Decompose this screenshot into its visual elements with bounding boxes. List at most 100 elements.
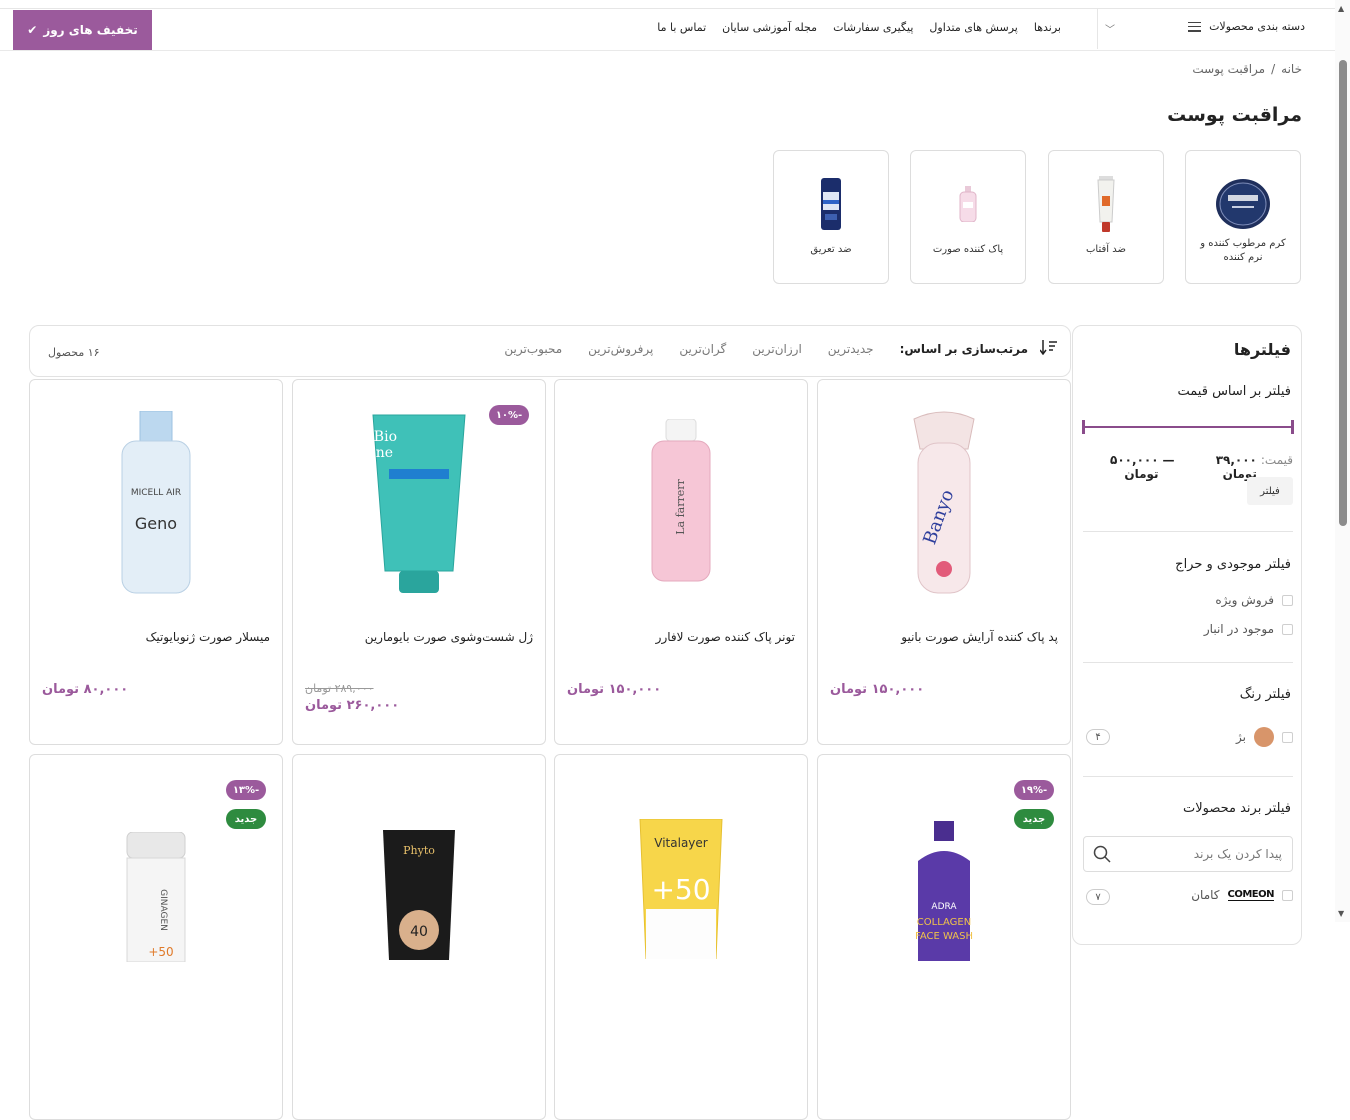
sort-newest[interactable]: جدیدترین: [828, 342, 874, 356]
scroll-up-arrow-icon[interactable]: ▲: [1338, 4, 1344, 13]
product-price: ۱۵۰,۰۰۰ تومان: [567, 682, 662, 697]
product-price: ۸۰,۰۰۰ تومان: [42, 682, 129, 697]
nav-order-tracking[interactable]: پیگیری سفارشات: [833, 21, 913, 34]
product-image: GINAGEN 50+: [30, 797, 282, 997]
chevron-down-icon[interactable]: ﹀: [1105, 21, 1115, 36]
divider: [1083, 776, 1293, 777]
product-image: MICELL AIR Geno: [30, 404, 282, 604]
product-image: La farrerr: [555, 404, 807, 604]
nav-brands[interactable]: برندها: [1034, 21, 1061, 34]
sort-options: مرتب‌سازی بر اساس: جدیدترین ارزان‌ترین گ…: [504, 342, 1028, 356]
checkbox[interactable]: [1282, 594, 1293, 606]
product-card[interactable]: Vitalayer 50+: [554, 754, 808, 1120]
subcategory-cleanser[interactable]: پاک کننده صورت: [910, 150, 1026, 284]
subcategory-label: ضد آفتاب: [1086, 244, 1126, 255]
breadcrumb-home[interactable]: خانه: [1281, 62, 1302, 76]
daily-deals-button[interactable]: تخفیف های روز ✔: [13, 10, 152, 50]
main-nav: برندها پرسش های متداول پیگیری سفارشات مج…: [657, 21, 1061, 34]
product-name[interactable]: پد پاک کننده آرایش صورت بانیو: [901, 630, 1058, 644]
checkbox[interactable]: [1282, 889, 1293, 901]
product-price: ۲۶۰,۰۰۰ تومان: [305, 698, 400, 713]
brand-logo-comeon: COMEON: [1227, 889, 1274, 901]
filter-on-sale-label: فروش ویژه: [1215, 593, 1274, 607]
breadcrumb-separator: /: [1271, 62, 1276, 76]
divider: [1083, 531, 1293, 532]
sort-bestselling[interactable]: پرفروش‌ترین: [588, 342, 653, 356]
sort-icon: [1040, 340, 1057, 355]
scrollbar-thumb[interactable]: [1339, 60, 1347, 526]
breadcrumb: خانه / مراقبت پوست: [1192, 62, 1302, 76]
product-card[interactable]: -۱۳% جدید GINAGEN 50+: [29, 754, 283, 1120]
svg-text:50+: 50+: [148, 945, 173, 959]
product-card[interactable]: Phyto 40: [292, 754, 546, 1120]
sort-cheapest[interactable]: ارزان‌ترین: [752, 342, 802, 356]
product-name[interactable]: ژل شست‌وشوی صورت بایومارین: [365, 630, 533, 644]
svg-text:50+: 50+: [651, 873, 710, 906]
product-card[interactable]: Banyo پد پاک کننده آرایش صورت بانیو ۱۵۰,…: [817, 379, 1071, 745]
filter-on-sale[interactable]: فروش ویژه: [1215, 593, 1293, 607]
product-card[interactable]: -۱۰% BioMarine ژل شست‌وشوی صورت بایوماری…: [292, 379, 546, 745]
product-image: Phyto 40: [293, 795, 545, 995]
price-slider-min-handle[interactable]: [1082, 420, 1085, 434]
filters-title: فیلترها: [1233, 340, 1291, 359]
deodorant-stick-icon: [774, 173, 888, 235]
svg-text:Vitalayer: Vitalayer: [654, 836, 708, 850]
sort-label: مرتب‌سازی بر اساس:: [899, 342, 1028, 356]
brand-search-input[interactable]: [1122, 837, 1292, 871]
price-filter-heading: فیلتر بر اساس قیمت: [1177, 384, 1291, 399]
product-card[interactable]: MICELL AIR Geno میسلار صورت ژنوبایوتیک ۸۰…: [29, 379, 283, 745]
filter-brand-comeon[interactable]: COMEON کامان: [1191, 888, 1293, 902]
cleanser-bottle-icon: [911, 173, 1025, 235]
site-header: تخفیف های روز ✔ دسته بندی محصولات ﹀ برند…: [0, 9, 1335, 51]
filter-in-stock[interactable]: موجود در انبار: [1204, 622, 1293, 636]
sunscreen-tube-icon: [1049, 173, 1163, 235]
color-filter-heading: فیلتر رنگ: [1239, 687, 1291, 702]
apply-price-filter-button[interactable]: فیلتر: [1247, 477, 1293, 505]
product-name[interactable]: میسلار صورت ژنوبایوتیک: [146, 630, 270, 644]
svg-text:Marine: Marine: [369, 445, 393, 461]
subcategory-sunscreen[interactable]: ضد آفتاب: [1048, 150, 1164, 284]
filters-sidebar: فیلترها فیلتر بر اساس قیمت قیمت: ۳۹,۰۰۰ …: [1072, 325, 1302, 945]
subcategory-deodorant[interactable]: ضد تعریق: [773, 150, 889, 284]
product-card[interactable]: -۱۹% جدید ADRA COLLAGEN FACE WASH: [817, 754, 1071, 1120]
nav-contact[interactable]: تماس با ما: [657, 21, 706, 34]
product-image: Banyo: [818, 404, 1070, 604]
checkbox[interactable]: [1282, 731, 1293, 743]
price-slider-track[interactable]: [1083, 426, 1293, 428]
search-icon[interactable]: [1093, 845, 1111, 863]
breadcrumb-current: مراقبت پوست: [1192, 62, 1266, 76]
color-swatch-beige: [1254, 727, 1274, 747]
brand-search-box: [1083, 836, 1293, 872]
nav-blog[interactable]: مجله آموزشی سایان: [722, 21, 817, 34]
svg-text:Phyto: Phyto: [403, 844, 435, 857]
header-separator: [1097, 9, 1098, 49]
nav-faq[interactable]: پرسش های متداول: [929, 21, 1017, 34]
product-categories-menu[interactable]: دسته بندی محصولات: [1188, 20, 1305, 33]
subcategory-moisturizer[interactable]: کرم مرطوب کننده و نرم کننده: [1185, 150, 1301, 284]
stock-filter-heading: فیلتر موجودی و حراج: [1175, 557, 1291, 572]
svg-text:ADRA: ADRA: [931, 902, 957, 912]
page-scrollbar[interactable]: ▲ ▼: [1335, 0, 1350, 922]
checkbox[interactable]: [1282, 623, 1293, 635]
product-name[interactable]: تونر پاک کننده صورت لافارر: [656, 630, 795, 644]
hamburger-menu-icon: [1188, 21, 1202, 32]
filter-in-stock-label: موجود در انبار: [1203, 622, 1274, 636]
sort-most-expensive[interactable]: گران‌ترین: [679, 342, 726, 356]
moisturizer-jar-icon: [1186, 173, 1300, 235]
scroll-down-arrow-icon[interactable]: ▼: [1338, 909, 1344, 918]
svg-text:Geno: Geno: [135, 514, 177, 533]
svg-text:GINAGEN: GINAGEN: [158, 889, 168, 931]
filter-color-beige[interactable]: بژ: [1236, 727, 1293, 747]
price-slider-max-handle[interactable]: [1291, 420, 1294, 434]
price-dash: —: [1162, 453, 1175, 467]
price-min: ۳۹,۰۰۰ تومان: [1215, 453, 1257, 481]
divider: [1083, 662, 1293, 663]
svg-text:La farrerr: La farrerr: [674, 479, 687, 535]
sort-popular[interactable]: محبوب‌ترین: [504, 342, 562, 356]
categories-label: دسته بندی محصولات: [1209, 20, 1305, 33]
product-old-price: ۲۸۹,۰۰۰ تومان: [305, 682, 374, 695]
checkmark-icon: ✔: [27, 23, 38, 37]
subcategory-label: پاک کننده صورت: [932, 244, 1004, 255]
product-card[interactable]: La farrerr تونر پاک کننده صورت لافارر ۱۵…: [554, 379, 808, 745]
svg-text:40: 40: [410, 924, 428, 940]
